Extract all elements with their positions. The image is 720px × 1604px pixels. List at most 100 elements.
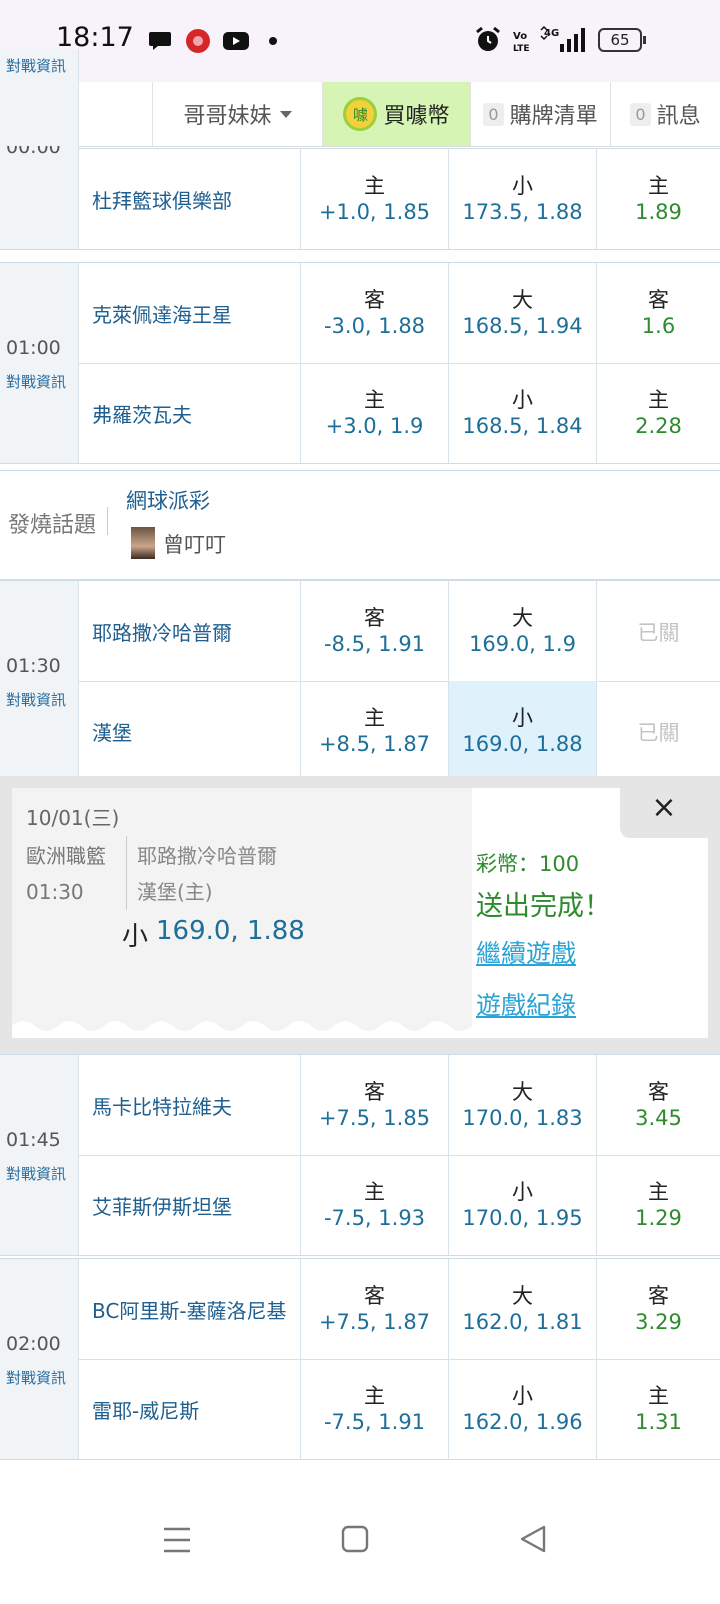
odds-side-label: 大 — [512, 288, 533, 312]
match-time-column: 01:45 對戰資訊 — [0, 1055, 79, 1255]
moneyline-odds-button[interactable]: 客 1.6 — [597, 263, 720, 363]
odds-value: +8.5, 1.87 — [318, 732, 431, 756]
total-odds-button[interactable]: 小 173.5, 1.88 — [449, 149, 596, 249]
bet-ticket: 10/01(三) 歐洲職籃 01:30 耶路撒冷哈普爾 漢堡(主) 小 169.… — [12, 788, 708, 1038]
odds-side-label: 客 — [364, 606, 385, 630]
moneyline-odds-button[interactable]: 主 1.29 — [597, 1155, 720, 1255]
team-name-link[interactable]: 艾菲斯伊斯坦堡 — [92, 1191, 232, 1220]
menu-icon[interactable] — [162, 1526, 192, 1554]
back-icon[interactable] — [518, 1524, 548, 1554]
odds-value: 168.5, 1.84 — [462, 414, 583, 438]
odds-value: -7.5, 1.93 — [323, 1206, 426, 1230]
team-name-link[interactable]: 雷耶-威尼斯 — [92, 1395, 199, 1424]
hot-topic-author[interactable]: 曾叮叮 — [163, 529, 226, 559]
odds-side-label: 客 — [364, 288, 385, 312]
home-icon[interactable] — [340, 1524, 370, 1554]
total-odds-button[interactable]: 小 170.0, 1.95 — [449, 1155, 596, 1255]
moneyline-odds-button: 已關 — [597, 681, 720, 781]
spread-odds-button[interactable]: 客 -3.0, 1.88 — [301, 263, 448, 363]
spread-odds-button[interactable]: 客 +7.5, 1.85 — [301, 1055, 448, 1155]
match-block: 對戰資訊杜拜籃球俱樂部 主 +1.0, 1.85 小 173.5, 1.88 主 1.89 — [0, 49, 720, 250]
odds-value: -3.0, 1.88 — [323, 314, 426, 338]
spread-odds-button[interactable]: 客 -8.5, 1.91 — [301, 581, 448, 681]
match-time-column: 01:00 對戰資訊 — [0, 263, 79, 463]
odds-value: +7.5, 1.85 — [318, 1106, 431, 1130]
spread-odds-button[interactable]: 主 +3.0, 1.9 — [301, 363, 448, 463]
slip-divider — [126, 836, 127, 910]
total-odds-button[interactable]: 大 170.0, 1.83 — [449, 1055, 596, 1155]
slip-date: 10/01(三) — [26, 806, 120, 830]
continue-game-link[interactable]: 繼續遊戲 — [476, 934, 576, 970]
moneyline-odds-button[interactable]: 主 1.89 — [597, 149, 720, 249]
odds-value: 168.5, 1.94 — [462, 314, 583, 338]
head-to-head-link[interactable]: 對戰資訊 — [6, 1367, 66, 1388]
ticket-bottom-edge — [12, 1021, 472, 1038]
slip-sent-status: 送出完成！ — [476, 891, 611, 922]
odds-value: 170.0, 1.83 — [462, 1106, 583, 1130]
total-odds-button[interactable]: 大 162.0, 1.81 — [449, 1259, 596, 1359]
team-name-link[interactable]: 馬卡比特拉維夫 — [92, 1091, 232, 1120]
odds-side-label: 客 — [648, 288, 669, 312]
spread-odds-button[interactable]: 主 -7.5, 1.91 — [301, 1359, 448, 1459]
hot-topics-section: 發燒話題 網球派彩 曾叮叮 — [0, 470, 720, 580]
total-odds-button[interactable]: 小 162.0, 1.96 — [449, 1359, 596, 1459]
spread-odds-button[interactable]: 主 +1.0, 1.85 — [301, 149, 448, 249]
odds-side-label: 大 — [512, 606, 533, 630]
head-to-head-link[interactable]: 對戰資訊 — [6, 55, 66, 76]
odds-value: 170.0, 1.95 — [462, 1206, 583, 1230]
odds-closed-label: 已關 — [637, 621, 680, 645]
odds-side-label: 小 — [512, 706, 533, 730]
odds-side-label: 小 — [512, 1384, 533, 1408]
odds-side-label: 客 — [364, 1080, 385, 1104]
bet-confirmation-popup: 10/01(三) 歐洲職籃 01:30 耶路撒冷哈普爾 漢堡(主) 小 169.… — [0, 776, 720, 1054]
system-navigation-bar — [0, 1478, 720, 1604]
odds-side-label: 主 — [364, 1180, 385, 1204]
odds-side-label: 客 — [648, 1080, 669, 1104]
odds-value: 169.0, 1.9 — [469, 632, 576, 656]
odds-side-label: 主 — [648, 1180, 669, 1204]
kickoff-time: 01:45 — [6, 1129, 61, 1151]
team-name-link[interactable]: BC阿里斯-塞薩洛尼基 — [92, 1295, 287, 1324]
odds-side-label: 小 — [512, 388, 533, 412]
odds-side-label: 客 — [364, 1284, 385, 1308]
odds-value: +3.0, 1.9 — [325, 414, 424, 438]
spread-odds-button[interactable]: 主 -7.5, 1.93 — [301, 1155, 448, 1255]
slip-home-team: 漢堡(主) — [137, 880, 213, 904]
odds-closed-label: 已關 — [637, 721, 680, 745]
slip-pick-side: 小 — [122, 922, 149, 952]
moneyline-odds-button[interactable]: 客 3.45 — [597, 1055, 720, 1155]
odds-side-label: 主 — [364, 1384, 385, 1408]
odds-side-label: 主 — [648, 1384, 669, 1408]
team-name-link[interactable]: 克萊佩達海王星 — [92, 299, 232, 328]
odds-value: 2.28 — [635, 414, 682, 438]
hot-topic-title-link[interactable]: 網球派彩 — [126, 485, 210, 515]
team-name-link[interactable]: 弗羅茨瓦夫 — [92, 399, 192, 428]
spread-odds-button[interactable]: 客 +7.5, 1.87 — [301, 1259, 448, 1359]
slip-time: 01:30 — [26, 880, 84, 904]
moneyline-odds-button[interactable]: 客 3.29 — [597, 1259, 720, 1359]
match-block: 01:30 對戰資訊 耶路撒冷哈普爾客 -8.5, 1.91 大 169.0, 1.9 已關… — [0, 580, 720, 782]
moneyline-odds-button[interactable]: 主 1.31 — [597, 1359, 720, 1459]
slip-coins: 彩幣：100 — [476, 852, 580, 876]
team-name-link[interactable]: 杜拜籃球俱樂部 — [92, 185, 232, 214]
odds-side-label: 主 — [364, 706, 385, 730]
head-to-head-link[interactable]: 對戰資訊 — [6, 689, 66, 710]
odds-value: 1.31 — [635, 1410, 682, 1434]
close-button[interactable]: × — [646, 790, 682, 830]
team-name-link[interactable]: 耶路撒冷哈普爾 — [92, 617, 232, 646]
team-name-link[interactable]: 漢堡 — [92, 717, 132, 746]
kickoff-time: 01:00 — [6, 337, 61, 359]
game-history-link[interactable]: 遊戲紀錄 — [476, 986, 576, 1022]
total-odds-button[interactable]: 大 169.0, 1.9 — [449, 581, 596, 681]
spread-odds-button[interactable]: 主 +8.5, 1.87 — [301, 681, 448, 781]
total-odds-button[interactable]: 小 168.5, 1.84 — [449, 363, 596, 463]
head-to-head-link[interactable]: 對戰資訊 — [6, 1163, 66, 1184]
hot-topics-divider — [107, 507, 108, 535]
head-to-head-link[interactable]: 對戰資訊 — [6, 371, 66, 392]
slip-league: 歐洲職籃 — [26, 844, 106, 868]
odds-side-label: 小 — [512, 174, 533, 198]
moneyline-odds-button[interactable]: 主 2.28 — [597, 363, 720, 463]
slip-pick-value: 169.0, 1.88 — [156, 916, 305, 946]
total-odds-button[interactable]: 大 168.5, 1.94 — [449, 263, 596, 363]
total-odds-button[interactable]: 小 169.0, 1.88 — [449, 681, 596, 781]
